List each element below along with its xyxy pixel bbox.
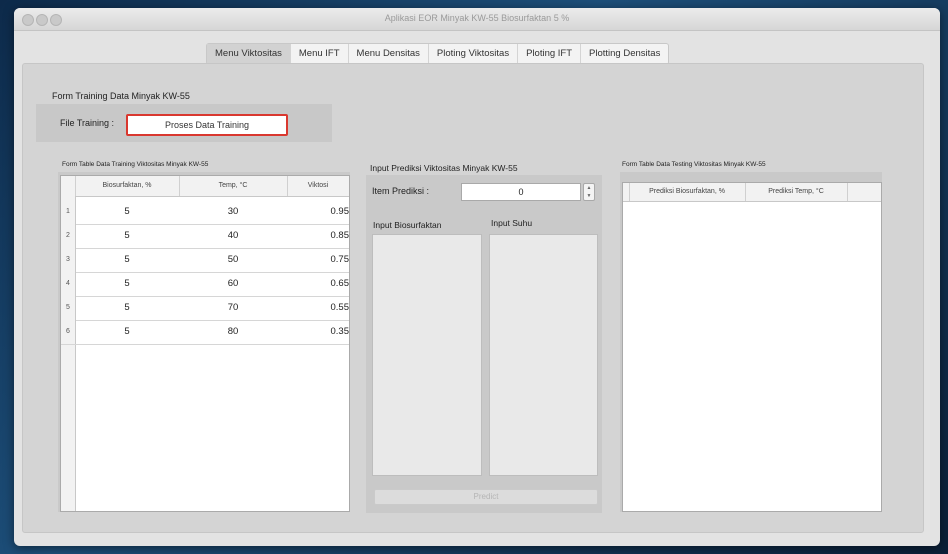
input-biosurfaktan-label: Input Biosurfaktan [373, 220, 442, 230]
proses-data-training-button[interactable]: Proses Data Training [126, 114, 288, 136]
cell-biosurfaktan[interactable]: 5 [75, 248, 179, 272]
table-row[interactable]: 1 5 30 0.95 [61, 200, 349, 225]
training-form-title: Form Training Data Minyak KW-55 [52, 91, 190, 101]
tab-menu-viktositas[interactable]: Menu Viktositas [207, 44, 291, 64]
cell-temp[interactable]: 60 [179, 272, 287, 296]
training-table-title: Form Table Data Training Viktositas Miny… [62, 161, 209, 168]
testing-data-table[interactable]: Prediksi Biosurfaktan, % Prediksi Temp, … [622, 182, 882, 512]
predict-button[interactable]: Predict [374, 489, 598, 505]
prediction-title: Input Prediksi Viktositas Minyak KW-55 [370, 163, 518, 173]
testing-table-title: Form Table Data Testing Viktositas Minya… [622, 161, 766, 168]
cell-viktositas[interactable]: 0.65 [287, 272, 350, 296]
row-number: 1 [61, 200, 76, 224]
cell-biosurfaktan[interactable]: 5 [75, 200, 179, 224]
row-number: 4 [61, 272, 76, 296]
table-row[interactable]: 4 5 60 0.65 [61, 272, 349, 297]
tab-menu-densitas[interactable]: Menu Densitas [349, 44, 429, 64]
cell-viktositas[interactable]: 0.95 [287, 200, 350, 224]
menu-tab-bar: Menu Viktositas Menu IFT Menu Densitas P… [206, 43, 670, 65]
cell-viktositas[interactable]: 0.55 [287, 296, 350, 320]
tab-ploting-viktositas[interactable]: Ploting Viktositas [429, 44, 519, 64]
cell-temp[interactable]: 40 [179, 224, 287, 248]
training-table-header: Biosurfaktan, % Temp, °C Viktosi [61, 176, 349, 197]
column-header-prediksi-biosurfaktan[interactable]: Prediksi Biosurfaktan, % [629, 183, 746, 201]
cell-temp[interactable]: 50 [179, 248, 287, 272]
cell-temp[interactable]: 80 [179, 320, 287, 344]
window-title: Aplikasi EOR Minyak KW-55 Biosurfaktan 5… [384, 13, 570, 23]
input-biosurfaktan-list[interactable] [372, 234, 482, 476]
tab-menu-ift[interactable]: Menu IFT [291, 44, 349, 64]
spinbox-arrows-icon[interactable]: ▲ ▼ [583, 183, 595, 201]
cell-viktositas[interactable]: 0.75 [287, 248, 350, 272]
column-header-biosurfaktan[interactable]: Biosurfaktan, % [75, 176, 180, 196]
table-row[interactable]: 2 5 40 0.85 [61, 224, 349, 249]
cell-temp[interactable]: 70 [179, 296, 287, 320]
cell-biosurfaktan[interactable]: 5 [75, 296, 179, 320]
tab-plotting-densitas[interactable]: Plotting Densitas [581, 44, 668, 64]
testing-table-header: Prediksi Biosurfaktan, % Prediksi Temp, … [623, 183, 881, 202]
cell-biosurfaktan[interactable]: 5 [75, 224, 179, 248]
input-suhu-label: Input Suhu [491, 218, 533, 228]
training-data-table[interactable]: Biosurfaktan, % Temp, °C Viktosi 1 5 30 … [60, 175, 350, 512]
cell-biosurfaktan[interactable]: 5 [75, 272, 179, 296]
row-number: 5 [61, 296, 76, 320]
row-number: 2 [61, 224, 76, 248]
column-header-prediksi-temp[interactable]: Prediksi Temp, °C [745, 183, 848, 201]
file-training-label: File Training : [60, 118, 115, 128]
column-header-temp[interactable]: Temp, °C [179, 176, 288, 196]
table-row[interactable]: 6 5 80 0.35 [61, 320, 349, 345]
item-prediksi-label: Item Prediksi : [372, 186, 430, 196]
row-number: 6 [61, 320, 76, 344]
item-prediksi-spinbox[interactable]: 0 [461, 183, 581, 201]
corner-header [61, 176, 76, 196]
input-suhu-list[interactable] [489, 234, 598, 476]
cell-biosurfaktan[interactable]: 5 [75, 320, 179, 344]
cell-viktositas[interactable]: 0.85 [287, 224, 350, 248]
cell-temp[interactable]: 30 [179, 200, 287, 224]
title-bar: Aplikasi EOR Minyak KW-55 Biosurfaktan 5… [14, 8, 940, 31]
column-header-viktositas[interactable]: Viktosi [287, 176, 349, 196]
table-row[interactable]: 5 5 70 0.55 [61, 296, 349, 321]
table-row[interactable]: 3 5 50 0.75 [61, 248, 349, 273]
row-number: 3 [61, 248, 76, 272]
cell-viktositas[interactable]: 0.35 [287, 320, 350, 344]
tab-ploting-ift[interactable]: Ploting IFT [518, 44, 582, 64]
